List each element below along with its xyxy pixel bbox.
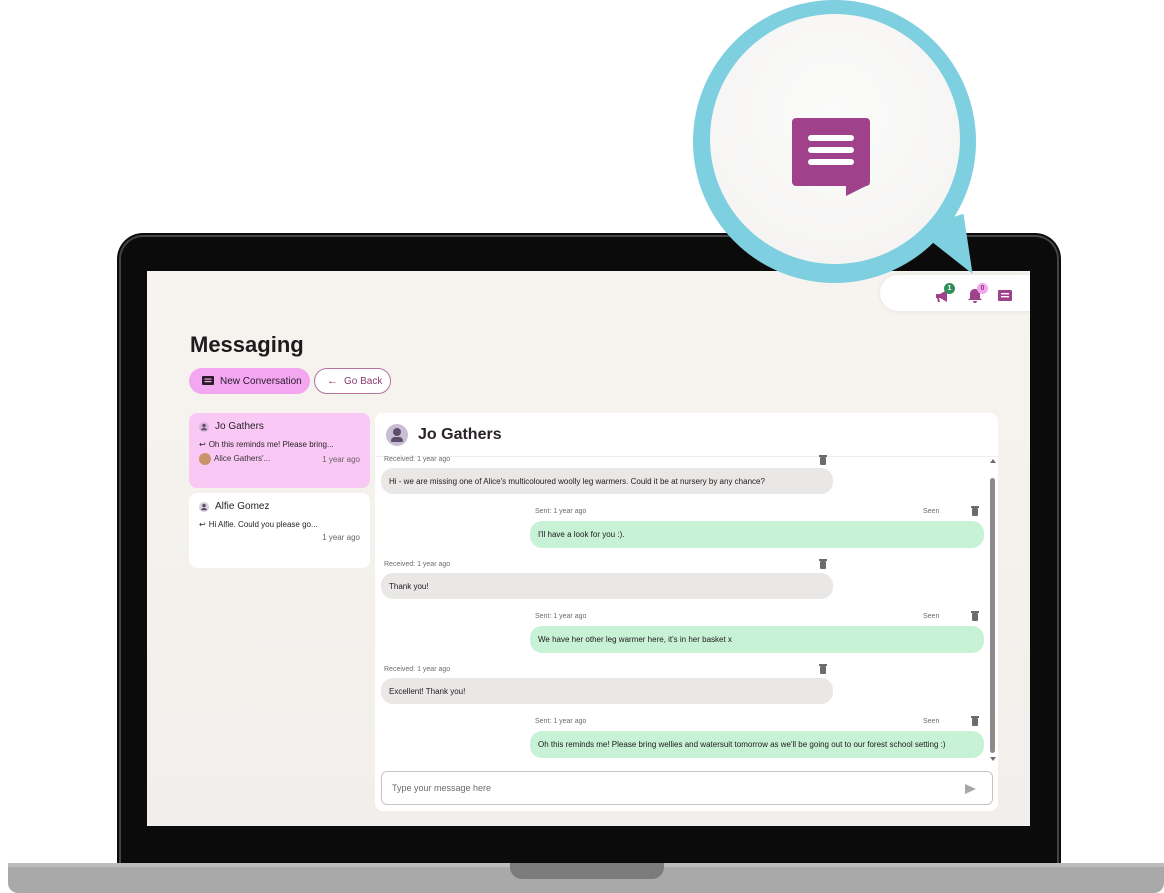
new-conversation-button[interactable]: New Conversation bbox=[189, 368, 310, 394]
message-meta: Sent: 1 year ago bbox=[535, 613, 587, 620]
person-avatar-icon bbox=[386, 423, 408, 446]
message-meta: Sent: 1 year ago bbox=[535, 718, 587, 725]
message-input-placeholder: Type your message here bbox=[392, 783, 492, 793]
message-meta: Sent: 1 year ago bbox=[535, 508, 587, 515]
conversation-name: Alfie Gomez bbox=[215, 501, 270, 512]
delete-icon[interactable] bbox=[971, 506, 979, 516]
page-title: Messaging bbox=[190, 332, 304, 357]
person-icon bbox=[199, 421, 209, 432]
scrollbar-thumb[interactable] bbox=[990, 478, 995, 753]
promo-stage: 1 0 Messaging New Conversation ← Go Back bbox=[0, 0, 1164, 893]
scroll-up-arrow[interactable] bbox=[990, 459, 996, 463]
message-bubble-received: Excellent! Thank you! bbox=[381, 678, 833, 704]
delete-icon[interactable] bbox=[819, 559, 827, 569]
message-meta: Received: 1 year ago bbox=[384, 666, 451, 673]
message-status: Seen bbox=[923, 508, 940, 515]
delete-icon[interactable] bbox=[971, 716, 979, 726]
person-icon bbox=[199, 501, 209, 512]
conversation-snippet: Hi Alfie. Could you please go... bbox=[208, 520, 318, 529]
message-icon-magnified-tail bbox=[846, 184, 870, 196]
conversation-name: Jo Gathers bbox=[215, 421, 264, 432]
go-back-label: Go Back bbox=[344, 375, 383, 387]
arrow-left-icon: ← bbox=[327, 375, 338, 387]
chat-header: Jo Gathers bbox=[375, 413, 998, 457]
new-conversation-label: New Conversation bbox=[220, 375, 302, 387]
message-icon[interactable] bbox=[996, 287, 1014, 305]
conversation-item-alfie-gomez[interactable]: Alfie Gomez ↩ Hi Alfie. Could you please… bbox=[189, 493, 370, 568]
message-icon-line bbox=[808, 159, 854, 165]
message-bubble-received: Thank you! bbox=[381, 573, 833, 599]
message-status: Seen bbox=[923, 718, 940, 725]
message-bubble-sent: Oh this reminds me! Please bring wellies… bbox=[530, 731, 984, 758]
conversation-time: 1 year ago bbox=[322, 533, 360, 542]
message-meta: Received: 1 year ago bbox=[384, 456, 451, 463]
conversation-snippet: Oh this reminds me! Please bring... bbox=[208, 440, 334, 449]
message-icon-line bbox=[808, 135, 854, 141]
delete-icon[interactable] bbox=[819, 455, 827, 465]
chat-title: Jo Gathers bbox=[418, 425, 502, 443]
message-meta: Received: 1 year ago bbox=[384, 561, 451, 568]
message-bubble-received: Hi - we are missing one of Alice's multi… bbox=[381, 468, 833, 494]
chat-bubble-icon bbox=[202, 375, 214, 385]
app-screen: 1 0 Messaging New Conversation ← Go Back bbox=[147, 271, 1030, 826]
conversation-child: Alice Gathers'... bbox=[214, 454, 271, 464]
top-icon-bar: 1 0 bbox=[880, 275, 1030, 311]
reply-icon: ↩ bbox=[199, 440, 206, 449]
conversation-time: 1 year ago bbox=[322, 454, 360, 464]
laptop-notch bbox=[510, 863, 664, 879]
message-icon-line bbox=[808, 147, 854, 153]
child-avatar bbox=[199, 453, 211, 465]
announcements-badge: 1 bbox=[944, 283, 955, 294]
delete-icon[interactable] bbox=[819, 664, 827, 674]
scroll-down-arrow[interactable] bbox=[990, 757, 996, 761]
conversation-item-jo-gathers[interactable]: Jo Gathers ↩ Oh this reminds me! Please … bbox=[189, 413, 370, 488]
delete-icon[interactable] bbox=[971, 611, 979, 621]
message-bubble-sent: We have her other leg warmer here, it's … bbox=[530, 626, 984, 653]
reply-icon: ↩ bbox=[199, 520, 206, 529]
go-back-button[interactable]: ← Go Back bbox=[314, 368, 391, 394]
send-icon[interactable] bbox=[965, 784, 976, 794]
message-status: Seen bbox=[923, 613, 940, 620]
notifications-badge: 0 bbox=[977, 283, 988, 294]
message-bubble-sent: I'll have a look for you :). bbox=[530, 521, 984, 548]
message-input[interactable]: Type your message here bbox=[381, 771, 993, 805]
